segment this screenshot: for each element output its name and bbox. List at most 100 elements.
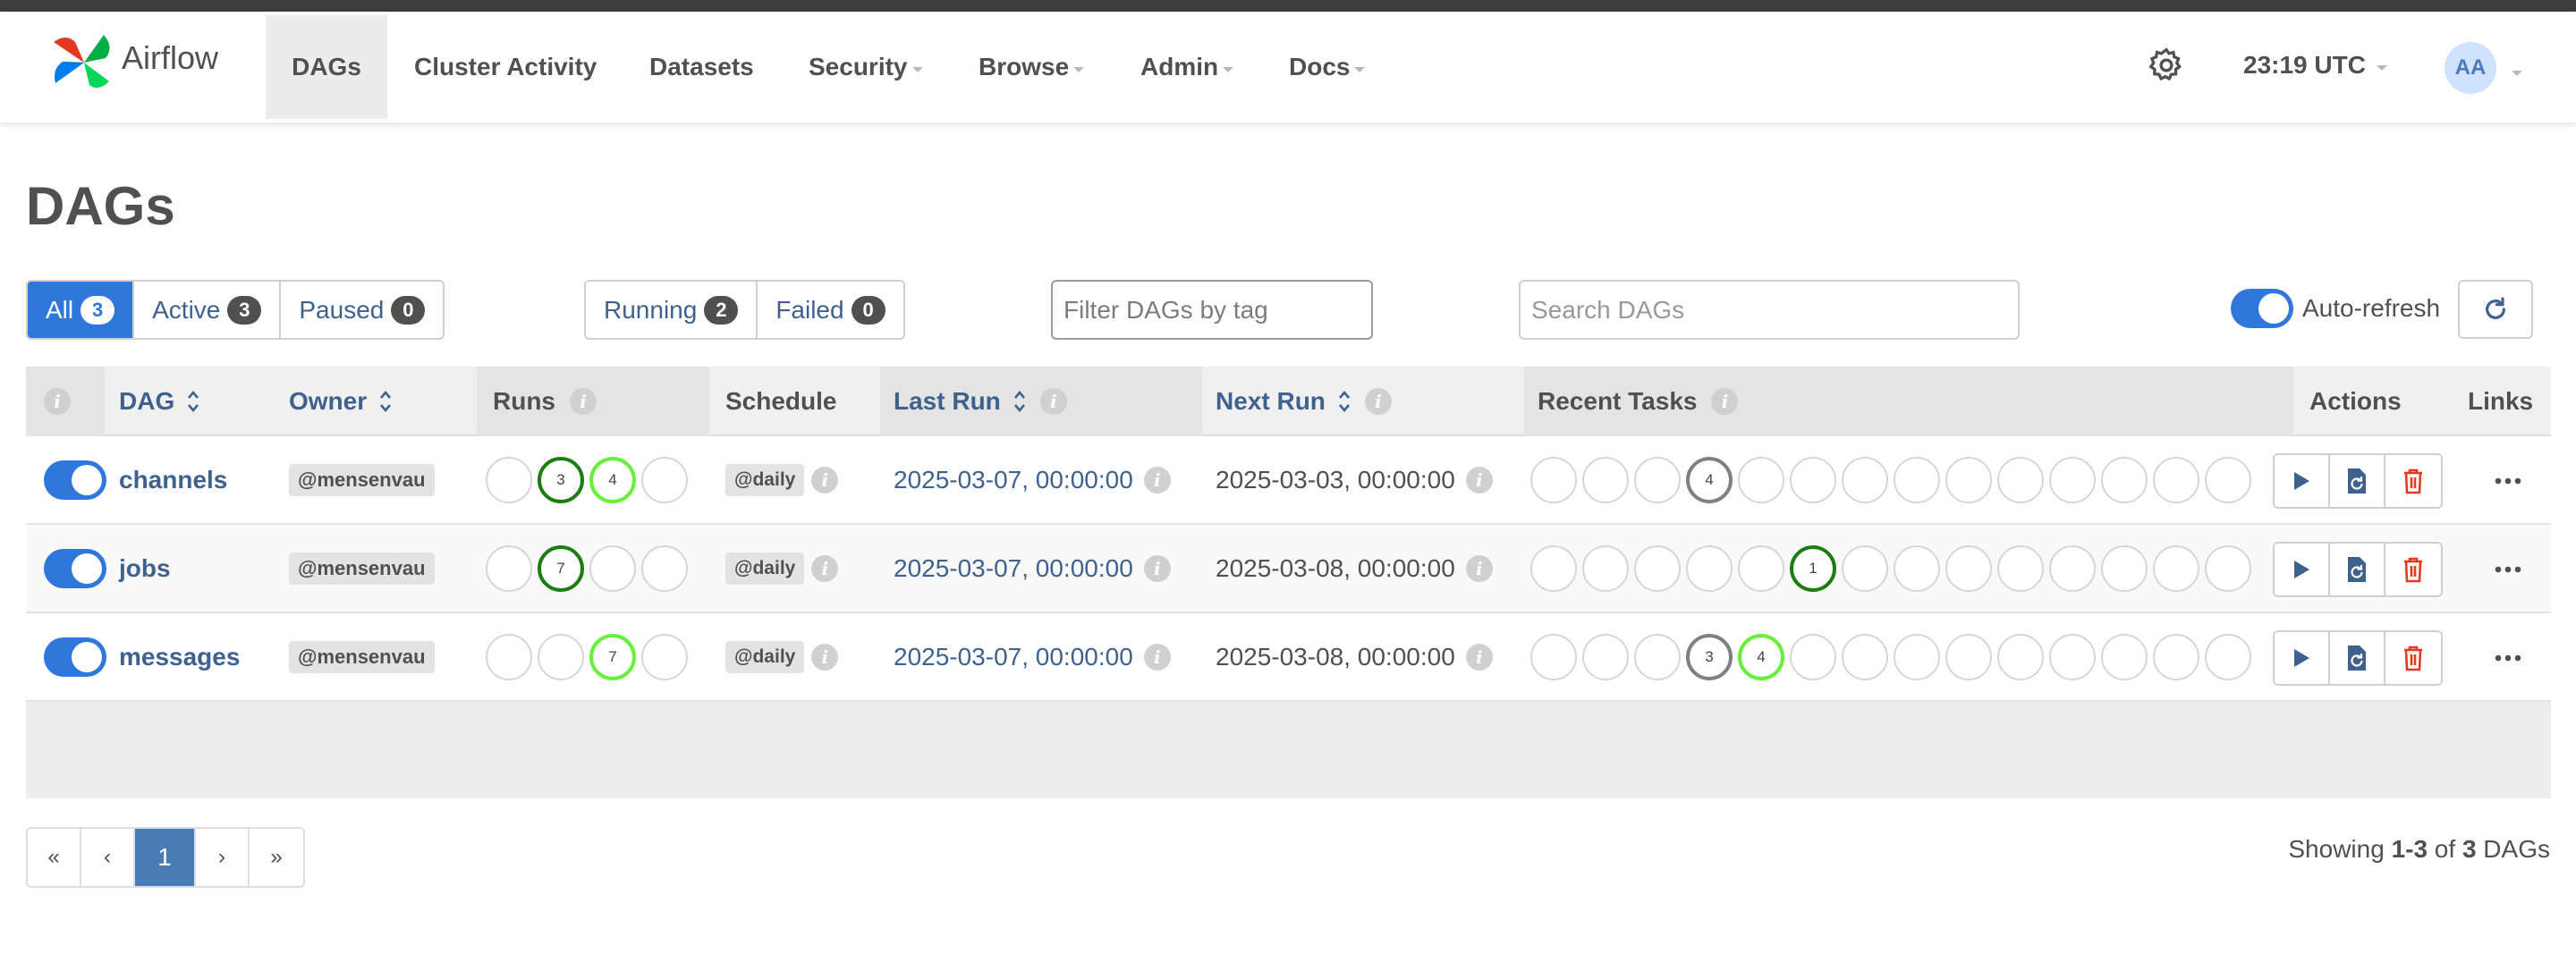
filter-paused-button[interactable]: Paused 0 (281, 282, 444, 338)
run-state-circle[interactable]: 7 (538, 545, 584, 592)
info-icon[interactable]: i (1143, 466, 1171, 494)
task-state-circle[interactable] (1738, 545, 1784, 592)
task-state-circle[interactable] (1582, 457, 1629, 503)
nav-admin[interactable]: Admin (1140, 15, 1234, 119)
dag-pause-toggle[interactable] (44, 637, 106, 677)
info-icon[interactable]: i (1465, 643, 1493, 671)
header-last-run[interactable]: Last Run i (894, 367, 1067, 436)
delete-dag-button[interactable] (2385, 455, 2441, 507)
last-run-link[interactable]: 2025-03-07, 00:00:00 (894, 554, 1133, 583)
links-menu-button[interactable] (2487, 640, 2529, 676)
task-state-circle[interactable] (2153, 457, 2199, 503)
gear-icon[interactable] (2147, 46, 2186, 85)
owner-tag[interactable]: @mensenvau (289, 640, 435, 673)
task-state-circle[interactable] (1997, 545, 2044, 592)
task-state-circle[interactable] (2101, 545, 2148, 592)
filter-active-button[interactable]: Active 3 (134, 282, 282, 338)
task-state-circle[interactable] (1842, 634, 1888, 680)
task-state-circle[interactable] (2153, 634, 2199, 680)
autorefresh-toggle[interactable] (2231, 289, 2293, 328)
page-prev-button[interactable]: ‹ (81, 829, 135, 886)
task-state-circle[interactable]: 4 (1686, 457, 1733, 503)
run-state-circle[interactable]: 3 (538, 457, 584, 503)
schedule-tag[interactable]: @daily (725, 463, 805, 496)
page-last-button[interactable]: » (250, 829, 303, 886)
task-state-circle[interactable] (1686, 545, 1733, 592)
dag-pause-toggle[interactable] (44, 460, 106, 500)
filter-failed-button[interactable]: Failed 0 (758, 282, 903, 338)
info-icon[interactable]: i (811, 554, 839, 582)
page-current-button[interactable]: 1 (135, 829, 196, 886)
owner-tag[interactable]: @mensenvau (289, 463, 435, 496)
task-state-circle[interactable]: 3 (1686, 634, 1733, 680)
trigger-dag-button[interactable] (2275, 544, 2330, 595)
info-icon[interactable]: i (811, 466, 839, 494)
task-state-circle[interactable] (1894, 634, 1940, 680)
task-state-circle[interactable] (1945, 457, 1992, 503)
info-icon[interactable]: i (570, 388, 597, 415)
run-state-circle[interactable] (486, 457, 532, 503)
task-state-circle[interactable] (1530, 545, 1577, 592)
task-state-circle[interactable] (2049, 545, 2096, 592)
header-dag[interactable]: DAG (119, 367, 199, 436)
run-state-circle[interactable] (589, 545, 636, 592)
dag-link[interactable]: jobs (119, 554, 171, 583)
task-state-circle[interactable] (1582, 634, 1629, 680)
run-state-circle[interactable] (641, 457, 688, 503)
task-state-circle[interactable] (1634, 457, 1681, 503)
refresh-button[interactable] (2458, 280, 2533, 339)
brand[interactable]: Airflow (50, 27, 218, 98)
clear-dag-button[interactable] (2330, 632, 2385, 684)
task-state-circle[interactable] (1997, 634, 2044, 680)
delete-dag-button[interactable] (2385, 632, 2441, 684)
task-state-circle[interactable] (2101, 457, 2148, 503)
task-state-circle[interactable] (2049, 634, 2096, 680)
run-state-circle[interactable] (538, 634, 584, 680)
info-icon[interactable]: i (1143, 643, 1171, 671)
info-icon[interactable]: i (1364, 388, 1392, 415)
nav-security[interactable]: Security (809, 15, 923, 119)
info-icon[interactable]: i (1711, 388, 1739, 415)
search-input[interactable] (1519, 280, 2020, 340)
links-menu-button[interactable] (2487, 463, 2529, 499)
schedule-tag[interactable]: @daily (725, 552, 805, 585)
info-icon[interactable]: i (44, 388, 71, 415)
task-state-circle[interactable] (1530, 634, 1577, 680)
filter-running-button[interactable]: Running 2 (586, 282, 758, 338)
run-state-circle[interactable] (486, 545, 532, 592)
info-icon[interactable]: i (811, 643, 839, 671)
task-state-circle[interactable] (2049, 457, 2096, 503)
info-icon[interactable]: i (1465, 554, 1493, 582)
owner-tag[interactable]: @mensenvau (289, 552, 435, 585)
dag-link[interactable]: messages (119, 643, 240, 671)
last-run-link[interactable]: 2025-03-07, 00:00:00 (894, 643, 1133, 671)
trigger-dag-button[interactable] (2275, 632, 2330, 684)
task-state-circle[interactable] (1582, 545, 1629, 592)
task-state-circle[interactable] (1997, 457, 2044, 503)
dag-pause-toggle[interactable] (44, 548, 106, 588)
task-state-circle[interactable]: 1 (1790, 545, 1836, 592)
task-state-circle[interactable] (2205, 634, 2251, 680)
nav-browse[interactable]: Browse (979, 15, 1085, 119)
task-state-circle[interactable] (2153, 545, 2199, 592)
task-state-circle[interactable] (2205, 545, 2251, 592)
clear-dag-button[interactable] (2330, 544, 2385, 595)
links-menu-button[interactable] (2487, 552, 2529, 587)
tag-filter-input[interactable] (1051, 280, 1373, 340)
run-state-circle[interactable]: 7 (589, 634, 636, 680)
page-first-button[interactable]: « (28, 829, 81, 886)
task-state-circle[interactable] (2205, 457, 2251, 503)
task-state-circle[interactable] (1842, 457, 1888, 503)
task-state-circle[interactable] (1842, 545, 1888, 592)
task-state-circle[interactable] (1894, 457, 1940, 503)
task-state-circle[interactable] (1790, 457, 1836, 503)
header-owner[interactable]: Owner (289, 367, 392, 436)
task-state-circle[interactable] (1945, 545, 1992, 592)
filter-all-button[interactable]: All 3 (28, 282, 135, 338)
task-state-circle[interactable] (1634, 634, 1681, 680)
dag-link[interactable]: channels (119, 466, 227, 494)
task-state-circle[interactable] (1894, 545, 1940, 592)
clock-dropdown[interactable]: 23:19 UTC (2243, 47, 2387, 83)
task-state-circle[interactable] (1790, 634, 1836, 680)
run-state-circle[interactable]: 4 (589, 457, 636, 503)
